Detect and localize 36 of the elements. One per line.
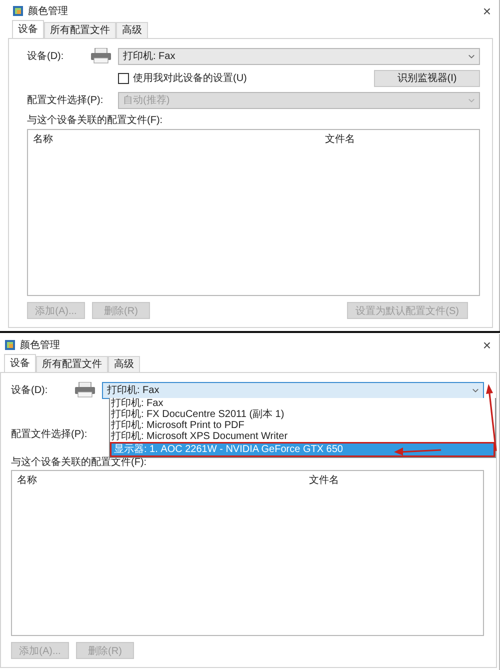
window-title: 颜色管理 bbox=[28, 4, 69, 18]
field-label: 设备(D): bbox=[27, 50, 65, 63]
identify-monitors-button[interactable]: 识别监视器(I) bbox=[374, 70, 480, 86]
field-label: 设备(D): bbox=[11, 384, 49, 397]
chevron-down-icon bbox=[468, 54, 475, 58]
column-header[interactable]: 名称 bbox=[33, 132, 325, 146]
dropdown-option[interactable]: 打印机: Microsoft XPS Document Writer bbox=[110, 431, 495, 442]
dropdown-option[interactable]: 打印机: FX DocuCentre S2011 (副本 1) bbox=[110, 409, 495, 420]
chevron-down-icon bbox=[468, 98, 475, 102]
column-header[interactable]: 文件名 bbox=[325, 132, 355, 146]
printer-icon bbox=[74, 382, 96, 398]
close-button[interactable]: × bbox=[474, 3, 499, 19]
printer-icon bbox=[90, 48, 112, 64]
checkbox-label: 使用我对此设备的设置(U) bbox=[133, 72, 248, 85]
color-management-icon bbox=[12, 5, 24, 17]
dropdown-option[interactable]: 打印机: Fax bbox=[110, 398, 495, 409]
device-dropdown[interactable]: 打印机: Fax bbox=[102, 382, 484, 398]
field-label: 配置文件选择(P): bbox=[11, 428, 88, 441]
annotation-arrow bbox=[393, 446, 443, 456]
tab[interactable]: 所有配置文件 bbox=[36, 356, 108, 372]
column-header[interactable]: 文件名 bbox=[309, 473, 339, 487]
tab[interactable]: 所有配置文件 bbox=[44, 22, 116, 38]
tab[interactable]: 设备 bbox=[4, 354, 36, 372]
close-button[interactable]: × bbox=[474, 337, 499, 353]
chevron-down-icon bbox=[472, 388, 479, 392]
checkbox[interactable] bbox=[118, 72, 129, 84]
list-label: 与这个设备关联的配置文件(F): bbox=[27, 114, 164, 125]
color-management-icon bbox=[4, 339, 16, 351]
window-title: 颜色管理 bbox=[20, 338, 61, 352]
dropdown-option[interactable]: 打印机: Microsoft Print to PDF bbox=[110, 420, 495, 431]
field-label: 配置文件选择(P): bbox=[27, 94, 104, 107]
column-header[interactable]: 名称 bbox=[17, 473, 309, 487]
tab[interactable]: 高级 bbox=[108, 356, 140, 372]
device-dropdown[interactable]: 打印机: Fax bbox=[118, 48, 480, 64]
tab[interactable]: 设备 bbox=[12, 20, 44, 38]
tab[interactable]: 高级 bbox=[116, 22, 148, 38]
